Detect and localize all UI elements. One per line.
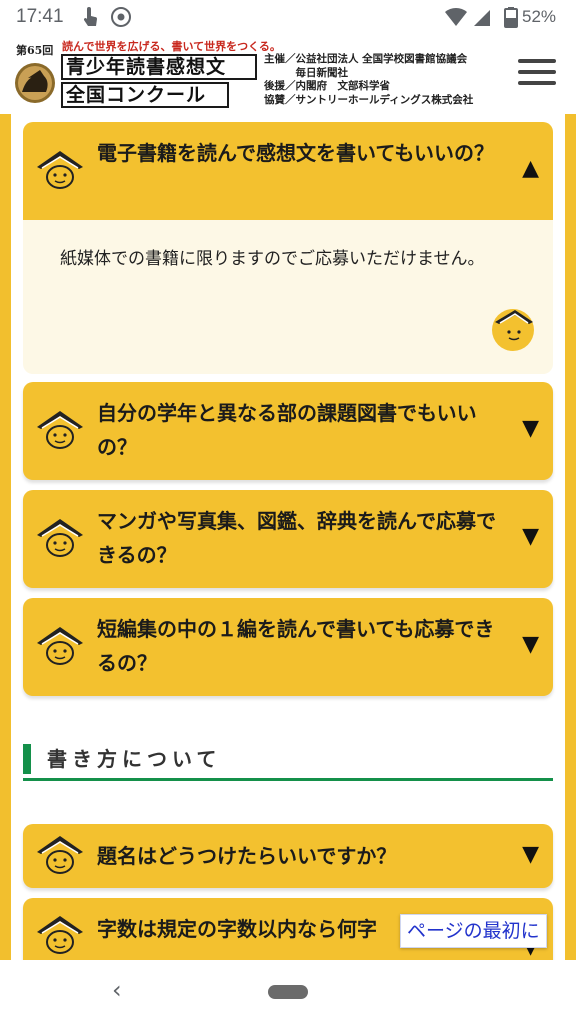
book-face-icon [37, 916, 83, 954]
sponsor-line: 後援／内閣府 文部科学省 [264, 80, 390, 92]
faq-question: 短編集の中の１編を読んで書いても応募できるの？ [97, 617, 495, 675]
media-icon [110, 6, 132, 32]
page: 17:41 52% 第65回 読んで世界を広げる、書いて世界をつくる。 青少年読… [0, 0, 576, 1024]
book-face-icon [37, 836, 83, 874]
signal-icon [472, 6, 492, 32]
sponsor-line: 協賛／サントリーホールディングス株式会社 [264, 93, 474, 106]
faq-item[interactable]: 題名はどうつけたらいいですか？ ▼ [23, 824, 553, 888]
battery-percent: 52% [522, 7, 557, 26]
collapse-arrow-icon[interactable]: ▲ [522, 156, 539, 181]
site-title-line1[interactable]: 青少年読書感想文 [61, 54, 257, 80]
book-face-icon [37, 151, 83, 189]
faq-item[interactable]: 自分の学年と異なる部の課題図書でもいいの？ ▼ [23, 382, 553, 480]
expand-arrow-icon[interactable]: ▼ [522, 632, 539, 657]
faq-question: 題名はどうつけたらいいですか？ [97, 844, 397, 868]
tagline: 読んで世界を広げる、書いて世界をつくる。 [62, 40, 281, 53]
faq-question: 電子書籍を読んで感想文を書いてもいいの？ [97, 141, 494, 165]
section-divider [23, 778, 553, 781]
faq-question: 自分の学年と異なる部の課題図書でもいいの？ [97, 401, 477, 459]
sponsor-line: 主催／公益社団法人 全国学校図書館協議会 [264, 53, 468, 65]
section-title: 書き方について [47, 747, 222, 771]
logo-icon[interactable] [14, 56, 56, 106]
section-heading: 書き方について [23, 744, 553, 784]
sponsor-line: 毎日新聞社 [264, 66, 348, 79]
back-to-top-button[interactable]: ページの最初に [400, 914, 547, 948]
wifi-icon [444, 6, 468, 32]
home-pill-icon[interactable] [268, 985, 308, 999]
faq-question: マンガや写真集、図鑑、辞典を読んで応募できるの？ [97, 509, 496, 567]
book-face-icon [37, 519, 83, 557]
faq-answer: 紙媒体での書籍に限りますのでご応募いただけません。 [23, 220, 553, 374]
hamburger-menu-icon[interactable] [518, 59, 556, 89]
section-bar [23, 744, 31, 774]
main-content[interactable]: 電子書籍を読んで感想文を書いてもいいの？ ▲ 紙媒体での書籍に限りますのでご応募… [0, 114, 576, 960]
sponsor-list: 主催／公益社団法人 全国学校図書館協議会 毎日新聞社 後援／内閣府 文部科学省 … [264, 53, 473, 107]
status-bar: 17:41 52% [0, 0, 576, 34]
back-icon[interactable]: ‹ [112, 976, 122, 1004]
faq-item[interactable]: 短編集の中の１編を読んで書いても応募できるの？ ▼ [23, 598, 553, 696]
book-face-icon [37, 411, 83, 449]
faq-item[interactable]: マンガや写真集、図鑑、辞典を読んで応募できるの？ ▼ [23, 490, 553, 588]
book-face-icon [37, 627, 83, 665]
expand-arrow-icon[interactable]: ▼ [522, 842, 539, 867]
site-title-line2[interactable]: 全国コンクール [61, 82, 229, 108]
battery-icon [504, 6, 518, 32]
expand-arrow-icon[interactable]: ▼ [522, 416, 539, 441]
book-face-icon [492, 309, 534, 351]
touch-icon [80, 6, 100, 32]
status-time: 17:41 [16, 6, 64, 27]
faq-item-open[interactable]: 電子書籍を読んで感想文を書いてもいいの？ ▲ [23, 122, 553, 220]
site-header: 第65回 読んで世界を広げる、書いて世界をつくる。 青少年読書感想文 全国コンク… [0, 34, 576, 114]
system-nav-bar: ‹ [0, 960, 576, 1024]
faq-panel: 電子書籍を読んで感想文を書いてもいいの？ ▲ 紙媒体での書籍に限りますのでご応募… [11, 114, 565, 960]
faq-answer-text: 紙媒体での書籍に限りますのでご応募いただけません。 [60, 249, 485, 269]
expand-arrow-icon[interactable]: ▼ [522, 524, 539, 549]
